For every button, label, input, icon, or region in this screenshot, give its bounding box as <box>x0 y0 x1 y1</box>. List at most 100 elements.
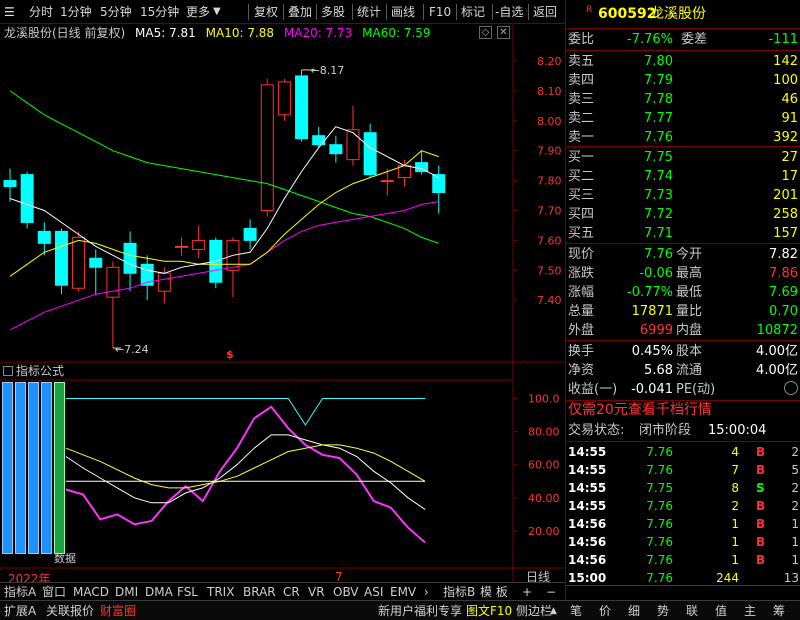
status-bar: 扩展A 关联报价 财富圈 新用户福利专享 图文F10 侧边栏 ▲ 笔 价 细 势… <box>0 600 800 620</box>
indicator-tick-label: 20.00 <box>528 525 560 538</box>
close-icon[interactable]: ✕ <box>497 26 510 39</box>
tool-bi[interactable]: 笔 <box>570 603 582 619</box>
ask-level-row[interactable]: 卖三 7.78 46 <box>566 90 800 109</box>
status-new-user[interactable]: 新用户福利专享 <box>378 603 462 619</box>
tool-multi-stock[interactable]: 多股 <box>321 3 345 21</box>
indicator-side-bars <box>2 382 66 554</box>
quote-stat-row: 涨跌 -0.06 最高 7.86 <box>568 266 798 281</box>
price-tick-label: 8.20 <box>537 55 562 68</box>
candle-body <box>312 135 326 146</box>
quote-stat-row: 外盘 6999 内盘 10872 <box>568 323 798 338</box>
tab-macd[interactable]: MACD <box>73 584 109 600</box>
tool-xi[interactable]: 细 <box>628 603 640 619</box>
ask-level-row[interactable]: 卖二 7.77 91 <box>566 109 800 128</box>
tab-more[interactable]: 更多 <box>186 3 210 21</box>
price-tick-label: 7.50 <box>537 264 562 277</box>
indicator-tick-label: 60.00 <box>528 459 560 472</box>
candle-body <box>346 129 360 161</box>
chevron-down-icon[interactable]: ▼ <box>213 3 221 21</box>
tab-asi[interactable]: ASI <box>364 584 383 600</box>
candle-body <box>89 257 103 268</box>
bid-level-row[interactable]: 买一 7.75 27 <box>566 148 800 167</box>
status-wealth-circle[interactable]: 财富圈 <box>100 603 136 619</box>
tab-emv[interactable]: EMV <box>390 584 416 600</box>
sidebar-arrow-icon[interactable]: ▲ <box>550 603 557 619</box>
candle-body <box>329 144 343 155</box>
ma20-label: MA20: 7.73 <box>283 26 353 40</box>
list-icon[interactable]: ☰ <box>4 3 15 21</box>
plus-icon[interactable]: + <box>522 584 532 600</box>
tool-f10[interactable]: F10 <box>429 3 451 21</box>
tab-5min[interactable]: 5分钟 <box>100 3 132 21</box>
tool-draw-line[interactable]: 画线 <box>391 3 415 21</box>
tab-window[interactable]: 窗口 <box>42 584 66 600</box>
next-arrow-icon[interactable]: › <box>424 584 429 600</box>
tool-restore-rights[interactable]: 复权 <box>254 3 278 21</box>
bid-level-row[interactable]: 买三 7.73 201 <box>566 186 800 205</box>
tab-dma[interactable]: DMA <box>145 584 173 600</box>
tab-indicator-b[interactable]: 指标B <box>443 584 475 600</box>
price-tick-label: 8.00 <box>537 115 562 128</box>
bid-level-row[interactable]: 买二 7.74 17 <box>566 167 800 186</box>
price-tick-label: 7.40 <box>537 294 562 307</box>
minus-icon[interactable]: − <box>546 584 556 600</box>
side-data-label: 数据 <box>54 552 76 565</box>
r-mark: R <box>586 5 593 15</box>
price-tick-label: 7.90 <box>537 145 562 158</box>
tool-zhi[interactable]: 值 <box>715 603 727 619</box>
tab-obv[interactable]: OBV <box>333 584 359 600</box>
status-graphic-f10[interactable]: 图文F10 <box>466 603 512 619</box>
tick-row: 14:55 7.76 2 B 2 <box>568 499 799 513</box>
bid-level-row[interactable]: 买五 7.71 157 <box>566 224 800 243</box>
fundamental-row: 收益(一) -0.041 PE(动) <box>568 382 716 397</box>
quote-stat-row: 总量 17871 量比 0.70 <box>568 304 798 319</box>
candle-body <box>175 245 188 248</box>
tool-statistics[interactable]: 统计 <box>357 3 381 21</box>
tool-overlay[interactable]: 叠加 <box>288 3 312 21</box>
ask-level-row[interactable]: 卖五 7.80 142 <box>566 52 800 71</box>
candle-body <box>380 180 394 183</box>
kline-chart-area[interactable]: 8.20 8.10 8.00 7.90 7.80 7.70 7.60 7.50 7.40 100… <box>0 24 565 592</box>
low-annotation: ←7.24 <box>115 343 149 356</box>
indicator-tick-label: 40.00 <box>528 492 560 505</box>
candle-body <box>37 230 51 244</box>
tab-dmi[interactable]: DMI <box>115 584 138 600</box>
tab-trix[interactable]: TRIX <box>207 584 234 600</box>
tool-zhu[interactable]: 主 <box>744 603 756 619</box>
tool-shi[interactable]: 势 <box>657 603 669 619</box>
bid-level-row[interactable]: 买四 7.72 258 <box>566 205 800 224</box>
pe-toggle-icon[interactable] <box>784 381 798 395</box>
settings-diamond-icon[interactable]: ◇ <box>479 26 492 39</box>
ask-level-row[interactable]: 卖四 7.79 100 <box>566 71 800 90</box>
tool-lian[interactable]: 联 <box>686 603 698 619</box>
indicator-tabs: 指标A 窗口 MACD DMI DMA FSL TRIX BRAR CR VR … <box>0 582 565 600</box>
tool-mark[interactable]: 标记 <box>461 3 485 21</box>
trade-status: 交易状态: 闭市阶段 15:00:04 <box>568 423 767 438</box>
tab-indicator-a[interactable]: 指标A <box>4 584 36 600</box>
tab-brar[interactable]: BRAR <box>243 584 276 600</box>
tab-timeshare[interactable]: 分时 <box>29 3 53 21</box>
tool-remove-watchlist[interactable]: -自选 <box>495 3 523 21</box>
status-related-quotes[interactable]: 关联报价 <box>46 603 94 619</box>
candle-body <box>20 174 34 223</box>
tab-template[interactable]: 模 板 <box>480 584 508 600</box>
promo-banner[interactable]: 仅需20元查看千档行情 <box>566 401 800 420</box>
indicator-tick-label: 80.00 <box>528 426 560 439</box>
tick-row: 14:55 7.76 7 B 5 <box>568 463 799 477</box>
dividend-marker: $ <box>226 348 234 361</box>
stock-name: 龙溪股份 <box>650 6 706 22</box>
period-toolbar: ☰ 分时 1分钟 5分钟 15分钟 更多 ▼ 复权 叠加 多股 统计 画线 F1… <box>0 0 565 24</box>
tab-cr[interactable]: CR <box>283 584 300 600</box>
tab-15min[interactable]: 15分钟 <box>140 3 179 21</box>
fundamental-row: 净资 5.68 流通 4.00亿 <box>568 363 798 378</box>
tool-jia[interactable]: 价 <box>599 603 611 619</box>
tab-1min[interactable]: 1分钟 <box>60 3 92 21</box>
status-sidebar[interactable]: 侧边栏 <box>516 603 552 619</box>
tab-fsl[interactable]: FSL <box>177 584 198 600</box>
status-expand-a[interactable]: 扩展A <box>4 603 36 619</box>
tab-vr[interactable]: VR <box>308 584 325 600</box>
ask-level-row[interactable]: 卖一 7.76 392 <box>566 128 800 147</box>
tool-back[interactable]: 返回 <box>533 3 557 21</box>
tool-chou[interactable]: 筹 <box>773 603 785 619</box>
indicator-menu-icon[interactable] <box>3 366 13 376</box>
